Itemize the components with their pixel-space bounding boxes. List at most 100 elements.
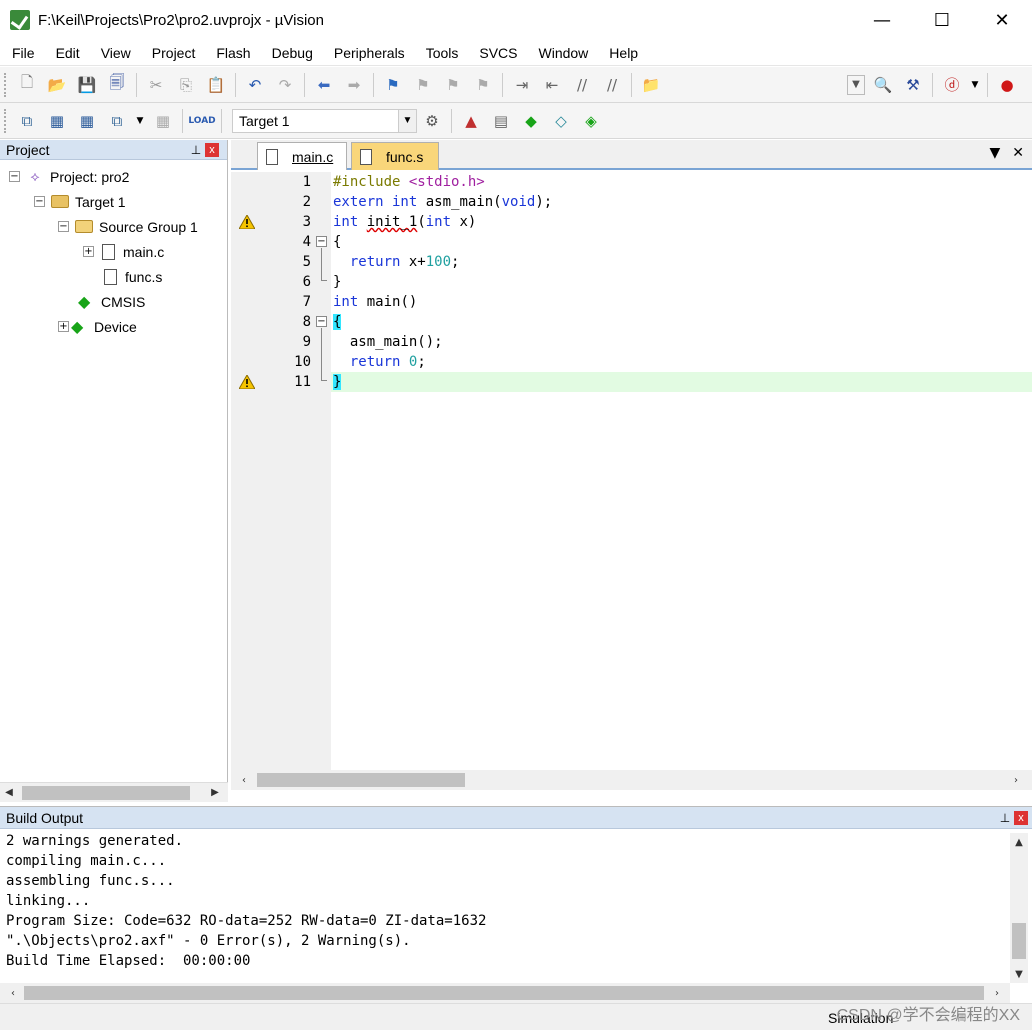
scroll-right-icon[interactable]: › — [1007, 771, 1025, 789]
dropdown-arrow-icon[interactable]: ▼ — [847, 74, 865, 95]
navigate-back-icon[interactable]: ⬅ — [312, 73, 336, 97]
code-area[interactable]: 1 2 3 4 5 6 7 8 9 10 11 − − #include <st… — [231, 172, 1032, 770]
download-load-icon[interactable]: LOAD — [188, 109, 215, 133]
collapse-icon[interactable]: − — [58, 221, 69, 232]
chevron-down-icon[interactable]: ▼ — [398, 109, 416, 132]
tree-item-cmsis[interactable]: ◆ CMSIS — [0, 289, 227, 314]
rebuild-icon[interactable]: ▦ — [75, 109, 99, 133]
fold-collapse-icon[interactable]: − — [316, 236, 327, 247]
navigate-forward-icon[interactable]: ➡ — [342, 73, 366, 97]
tree-item-project[interactable]: − ⟡ Project: pro2 — [0, 164, 227, 189]
prev-bookmark-icon[interactable]: ⚑ — [411, 73, 435, 97]
minimize-button[interactable]: — — [852, 0, 912, 40]
menu-view[interactable]: View — [89, 45, 140, 61]
editor-hscrollbar[interactable]: ‹ › — [231, 770, 1032, 790]
close-panel-icon[interactable]: x — [205, 142, 219, 157]
pin-icon[interactable]: ⊥ — [996, 811, 1014, 825]
scroll-left-icon[interactable]: ‹ — [4, 984, 22, 1002]
build-output-hscrollbar[interactable]: ‹ › — [0, 983, 1010, 1003]
menu-flash[interactable]: Flash — [204, 45, 259, 61]
bookmark-icon[interactable]: ⚑ — [381, 73, 405, 97]
tab-list-dropdown-icon[interactable]: ▼ — [989, 145, 1000, 161]
pin-icon[interactable]: ⊥ — [187, 143, 205, 157]
menu-window[interactable]: Window — [527, 45, 598, 61]
close-button[interactable]: ✕ — [972, 0, 1032, 40]
open-folder-icon[interactable]: 📂 — [45, 73, 69, 97]
select-software-packs-icon[interactable]: ◇ — [549, 109, 573, 133]
incremental-find-icon[interactable]: ⚒ — [901, 73, 925, 97]
scroll-thumb[interactable] — [24, 986, 984, 1000]
scroll-right-icon[interactable]: › — [988, 984, 1006, 1002]
warning-icon[interactable] — [239, 215, 255, 229]
find-icon[interactable]: 🔍 — [871, 73, 895, 97]
next-bookmark-icon[interactable]: ⚑ — [441, 73, 465, 97]
new-file-icon[interactable]: 🗋 — [15, 73, 39, 97]
stop-build-icon[interactable]: ▦ — [151, 109, 175, 133]
menu-svcs[interactable]: SVCS — [467, 45, 526, 61]
scroll-thumb[interactable] — [257, 773, 465, 787]
scroll-thumb[interactable] — [1012, 923, 1026, 959]
save-icon[interactable]: 💾 — [75, 73, 99, 97]
file-extensions-icon[interactable]: ▲ — [459, 109, 483, 133]
menu-peripherals[interactable]: Peripherals — [322, 45, 414, 61]
tree-item-target[interactable]: − Target 1 — [0, 189, 227, 214]
undo-icon[interactable]: ↶ — [243, 73, 267, 97]
scroll-down-icon[interactable]: ▼ — [1010, 965, 1028, 983]
target-options-icon[interactable]: ⚙ — [420, 109, 444, 133]
scroll-left-icon[interactable]: ‹ — [235, 771, 253, 789]
find-in-files-icon[interactable]: 📁 — [639, 73, 663, 97]
clear-bookmarks-icon[interactable]: ⚑ — [471, 73, 495, 97]
tab-main-c[interactable]: main.c — [257, 142, 347, 170]
copy-icon[interactable]: ⎘ — [174, 73, 198, 97]
build-icon[interactable]: ▦ — [45, 109, 69, 133]
tree-item-file[interactable]: + main.c — [0, 239, 227, 264]
scroll-up-icon[interactable]: ▲ — [1010, 833, 1028, 851]
expand-icon[interactable]: + — [83, 246, 94, 257]
unindent-icon[interactable]: ⇤ — [540, 73, 564, 97]
scroll-thumb[interactable] — [22, 785, 190, 800]
menu-help[interactable]: Help — [597, 45, 647, 61]
build-output-text[interactable]: 2 warnings generated. compiling main.c..… — [0, 829, 1032, 971]
code-text[interactable]: #include <stdio.h> extern int asm_main(v… — [331, 172, 1032, 770]
target-select[interactable]: Target 1 ▼ — [232, 108, 417, 133]
batch-build-icon[interactable]: ⧉ — [105, 109, 129, 133]
batch-dropdown-icon[interactable]: ▼ — [135, 109, 145, 133]
cut-icon[interactable]: ✂ — [144, 73, 168, 97]
project-hscrollbar[interactable]: ◀ ▶ — [0, 782, 228, 802]
fold-collapse-icon[interactable]: − — [316, 316, 327, 327]
tree-item-file[interactable]: func.s — [0, 264, 227, 289]
menu-debug[interactable]: Debug — [260, 45, 322, 61]
paste-icon[interactable]: 📋 — [204, 73, 228, 97]
debug-session-icon[interactable]: ⓓ — [940, 73, 964, 97]
scroll-right-icon[interactable]: ▶ — [206, 784, 224, 802]
close-tab-icon[interactable]: ✕ — [1012, 145, 1024, 161]
tree-item-device[interactable]: + ◆ Device — [0, 314, 227, 339]
redo-icon[interactable]: ↷ — [273, 73, 297, 97]
tab-func-s[interactable]: func.s — [351, 142, 439, 170]
collapse-icon[interactable]: − — [9, 171, 20, 182]
maximize-button[interactable]: ☐ — [912, 0, 972, 40]
menu-file[interactable]: File — [0, 45, 44, 61]
warning-icon[interactable] — [239, 375, 255, 389]
menu-tools[interactable]: Tools — [414, 45, 468, 61]
collapse-icon[interactable]: − — [34, 196, 45, 207]
expand-icon[interactable]: + — [58, 321, 69, 332]
pack-installer-icon[interactable]: ◈ — [579, 109, 603, 133]
translate-icon[interactable]: ⧉ — [15, 109, 39, 133]
manage-rte-icon[interactable]: ◆ — [519, 109, 543, 133]
breakpoint-icon[interactable]: ● — [995, 73, 1019, 97]
save-all-icon[interactable]: 🗐 — [105, 73, 129, 97]
build-output-vscrollbar[interactable]: ▲ ▼ — [1010, 833, 1028, 983]
close-panel-icon[interactable]: x — [1014, 810, 1028, 825]
debug-dropdown-icon[interactable]: ▼ — [970, 73, 980, 97]
menu-edit[interactable]: Edit — [44, 45, 89, 61]
uncomment-icon[interactable]: // — [600, 73, 624, 97]
toolbar-grip[interactable] — [4, 108, 8, 133]
toolbar-grip[interactable] — [4, 72, 8, 97]
menu-project[interactable]: Project — [140, 45, 205, 61]
scroll-left-icon[interactable]: ◀ — [0, 784, 18, 802]
books-icon[interactable]: ▤ — [489, 109, 513, 133]
indent-icon[interactable]: ⇥ — [510, 73, 534, 97]
tree-item-source-group[interactable]: − Source Group 1 — [0, 214, 227, 239]
comment-icon[interactable]: // — [570, 73, 594, 97]
